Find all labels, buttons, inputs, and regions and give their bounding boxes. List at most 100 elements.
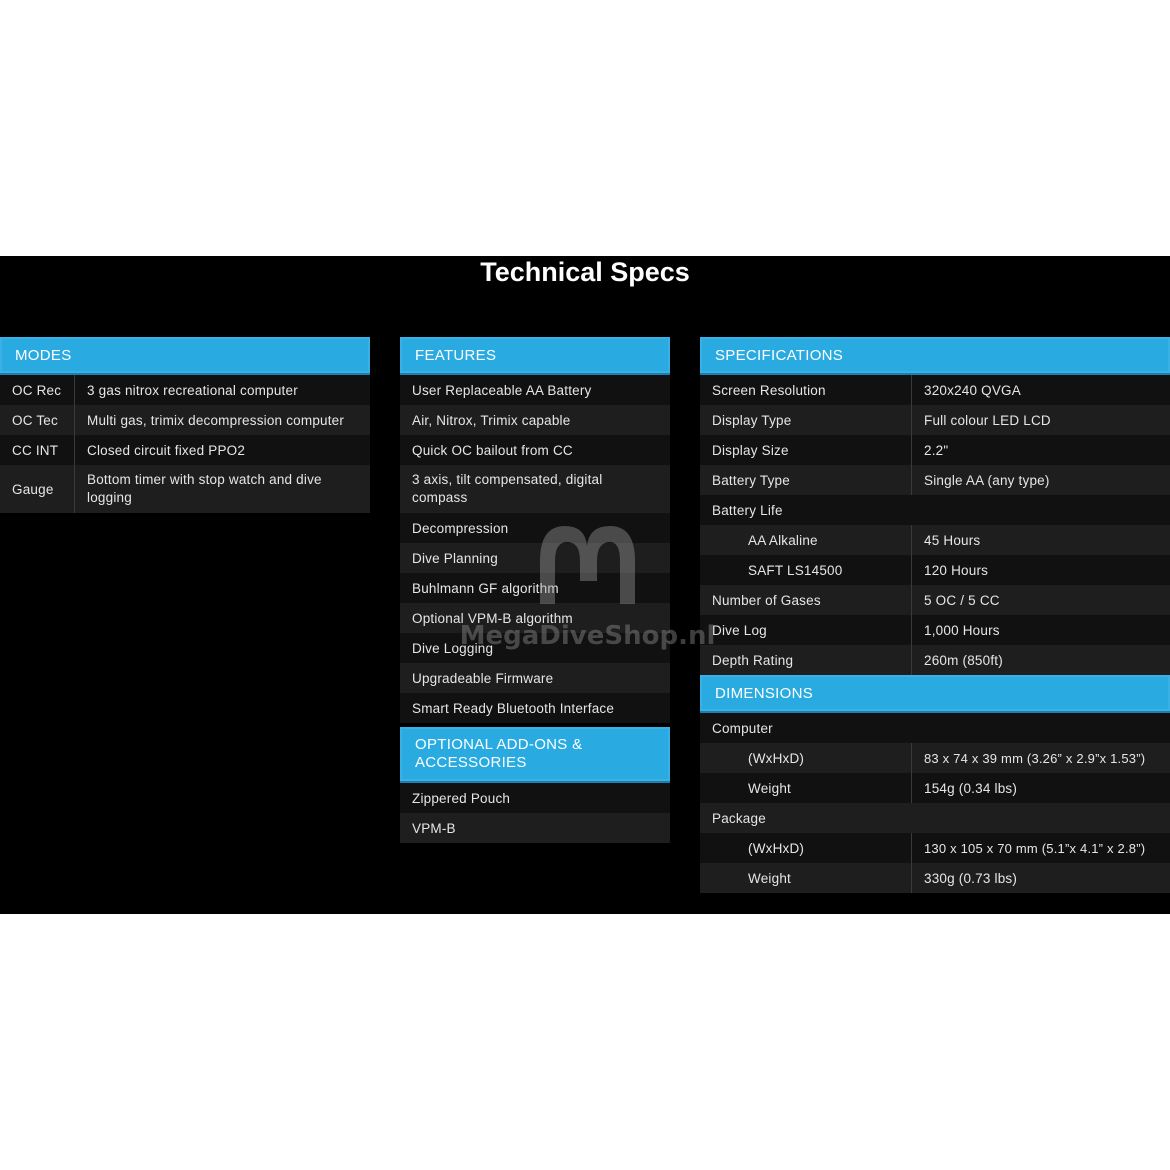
modes-section: MODES OC Rec 3 gas nitrox recreational c… xyxy=(0,337,370,513)
mode-label: OC Tec xyxy=(0,405,75,435)
list-item: Decompression xyxy=(400,513,670,543)
table-row: Display Type Full colour LED LCD xyxy=(700,405,1170,435)
table-row: (WxHxD) 130 x 105 x 70 mm (5.1”x 4.1” x … xyxy=(700,833,1170,863)
table-row: Package xyxy=(700,803,1170,833)
list-item: User Replaceable AA Battery xyxy=(400,375,670,405)
dim-label: (WxHxD) xyxy=(700,833,912,863)
feature-text: Optional VPM-B algorithm xyxy=(412,610,573,626)
spec-value: Single AA (any type) xyxy=(924,472,1050,488)
dim-label: Weight xyxy=(700,773,912,803)
features-header: FEATURES xyxy=(400,337,670,375)
specifications-section: SPECIFICATIONS Screen Resolution 320x240… xyxy=(700,337,1170,893)
list-item: Dive Planning xyxy=(400,543,670,573)
spec-label: Depth Rating xyxy=(700,645,912,675)
features-section: FEATURES User Replaceable AA Battery Air… xyxy=(400,337,670,843)
spec-label: Number of Gases xyxy=(700,585,912,615)
list-item: Air, Nitrox, Trimix capable xyxy=(400,405,670,435)
list-item: Zippered Pouch xyxy=(400,783,670,813)
dim-value: 130 x 105 x 70 mm (5.1”x 4.1” x 2.8”) xyxy=(924,840,1146,856)
list-item: Optional VPM-B algorithm xyxy=(400,603,670,633)
table-row: Battery Type Single AA (any type) xyxy=(700,465,1170,495)
feature-text: Decompression xyxy=(412,520,509,536)
dim-label: Package xyxy=(712,810,766,826)
specifications-header: SPECIFICATIONS xyxy=(700,337,1170,375)
dim-value: 83 x 74 x 39 mm (3.26” x 2.9”x 1.53”) xyxy=(924,750,1146,766)
spec-label: Battery Type xyxy=(700,465,912,495)
table-row: Computer xyxy=(700,713,1170,743)
dim-value: 330g (0.73 lbs) xyxy=(924,870,1018,886)
table-row: CC INT Closed circuit fixed PPO2 xyxy=(0,435,370,465)
spec-value: 5 OC / 5 CC xyxy=(924,592,1000,608)
list-item: VPM-B xyxy=(400,813,670,843)
table-row: OC Tec Multi gas, trimix decompression c… xyxy=(0,405,370,435)
spec-label: Dive Log xyxy=(700,615,912,645)
list-item: Dive Logging xyxy=(400,633,670,663)
page-title: Technical Specs xyxy=(480,257,690,287)
table-row: Screen Resolution 320x240 QVGA xyxy=(700,375,1170,405)
features-header-label: FEATURES xyxy=(415,346,497,364)
feature-text: Upgradeable Firmware xyxy=(412,670,554,686)
modes-header: MODES xyxy=(0,337,370,375)
dimensions-header-label: DIMENSIONS xyxy=(715,684,814,702)
table-row: SAFT LS14500 120 Hours xyxy=(700,555,1170,585)
feature-text: Quick OC bailout from CC xyxy=(412,442,573,458)
feature-text: Dive Planning xyxy=(412,550,498,566)
spec-label: Screen Resolution xyxy=(700,375,912,405)
spec-label: AA Alkaline xyxy=(700,525,912,555)
addons-header-label: OPTIONAL ADD-ONS & ACCESSORIES xyxy=(415,736,583,771)
mode-value: Closed circuit fixed PPO2 xyxy=(87,442,246,458)
table-row: Number of Gases 5 OC / 5 CC xyxy=(700,585,1170,615)
spec-value: 320x240 QVGA xyxy=(924,382,1021,398)
feature-text: User Replaceable AA Battery xyxy=(412,382,592,398)
addon-text: Zippered Pouch xyxy=(412,790,511,806)
feature-text: Dive Logging xyxy=(412,640,494,656)
spec-value xyxy=(912,495,1170,525)
modes-header-label: MODES xyxy=(15,346,72,364)
table-row: Depth Rating 260m (850ft) xyxy=(700,645,1170,675)
table-row: Battery Life xyxy=(700,495,1170,525)
list-item: Buhlmann GF algorithm xyxy=(400,573,670,603)
mode-value: 3 gas nitrox recreational computer xyxy=(87,382,298,398)
spec-value: 260m (850ft) xyxy=(924,652,1003,668)
mode-value: Bottom timer with stop watch and dive lo… xyxy=(87,472,322,505)
mode-label: Gauge xyxy=(0,465,75,513)
table-row: Dive Log 1,000 Hours xyxy=(700,615,1170,645)
spec-label: SAFT LS14500 xyxy=(700,555,912,585)
mode-label: OC Rec xyxy=(0,375,75,405)
feature-text: 3 axis, tilt compensated, digital compas… xyxy=(412,472,603,505)
mode-value: Multi gas, trimix decompression computer xyxy=(87,412,345,428)
table-row: OC Rec 3 gas nitrox recreational compute… xyxy=(0,375,370,405)
table-row: Gauge Bottom timer with stop watch and d… xyxy=(0,465,370,513)
dim-value: 154g (0.34 lbs) xyxy=(924,780,1018,796)
table-row: Weight 154g (0.34 lbs) xyxy=(700,773,1170,803)
dim-value xyxy=(912,713,1170,743)
dim-label: Computer xyxy=(712,720,773,736)
table-row: Weight 330g (0.73 lbs) xyxy=(700,863,1170,893)
feature-text: Smart Ready Bluetooth Interface xyxy=(412,700,615,716)
specifications-header-label: SPECIFICATIONS xyxy=(715,346,844,364)
dim-label: Weight xyxy=(700,863,912,893)
spec-value: 2.2" xyxy=(924,442,949,458)
spec-label: Display Size xyxy=(700,435,912,465)
feature-text: Air, Nitrox, Trimix capable xyxy=(412,412,571,428)
addons-header: OPTIONAL ADD-ONS & ACCESSORIES xyxy=(400,727,670,783)
table-row: AA Alkaline 45 Hours xyxy=(700,525,1170,555)
dim-label: (WxHxD) xyxy=(700,743,912,773)
tech-specs-panel: Technical Specs MODES OC Rec 3 gas nitro… xyxy=(0,256,1170,914)
list-item: Upgradeable Firmware xyxy=(400,663,670,693)
table-row: Display Size 2.2" xyxy=(700,435,1170,465)
spec-value: 1,000 Hours xyxy=(924,622,1000,638)
table-row: (WxHxD) 83 x 74 x 39 mm (3.26” x 2.9”x 1… xyxy=(700,743,1170,773)
spec-label: Display Type xyxy=(700,405,912,435)
list-item: Smart Ready Bluetooth Interface xyxy=(400,693,670,723)
dimensions-header: DIMENSIONS xyxy=(700,675,1170,713)
feature-text: Buhlmann GF algorithm xyxy=(412,580,559,596)
addon-text: VPM-B xyxy=(412,820,456,836)
spec-label: Battery Life xyxy=(712,502,783,518)
spec-value: Full colour LED LCD xyxy=(924,412,1051,428)
dim-value xyxy=(912,803,1170,833)
list-item: 3 axis, tilt compensated, digital compas… xyxy=(400,465,670,513)
list-item: Quick OC bailout from CC xyxy=(400,435,670,465)
spec-value: 120 Hours xyxy=(924,562,989,578)
mode-label: CC INT xyxy=(0,435,75,465)
